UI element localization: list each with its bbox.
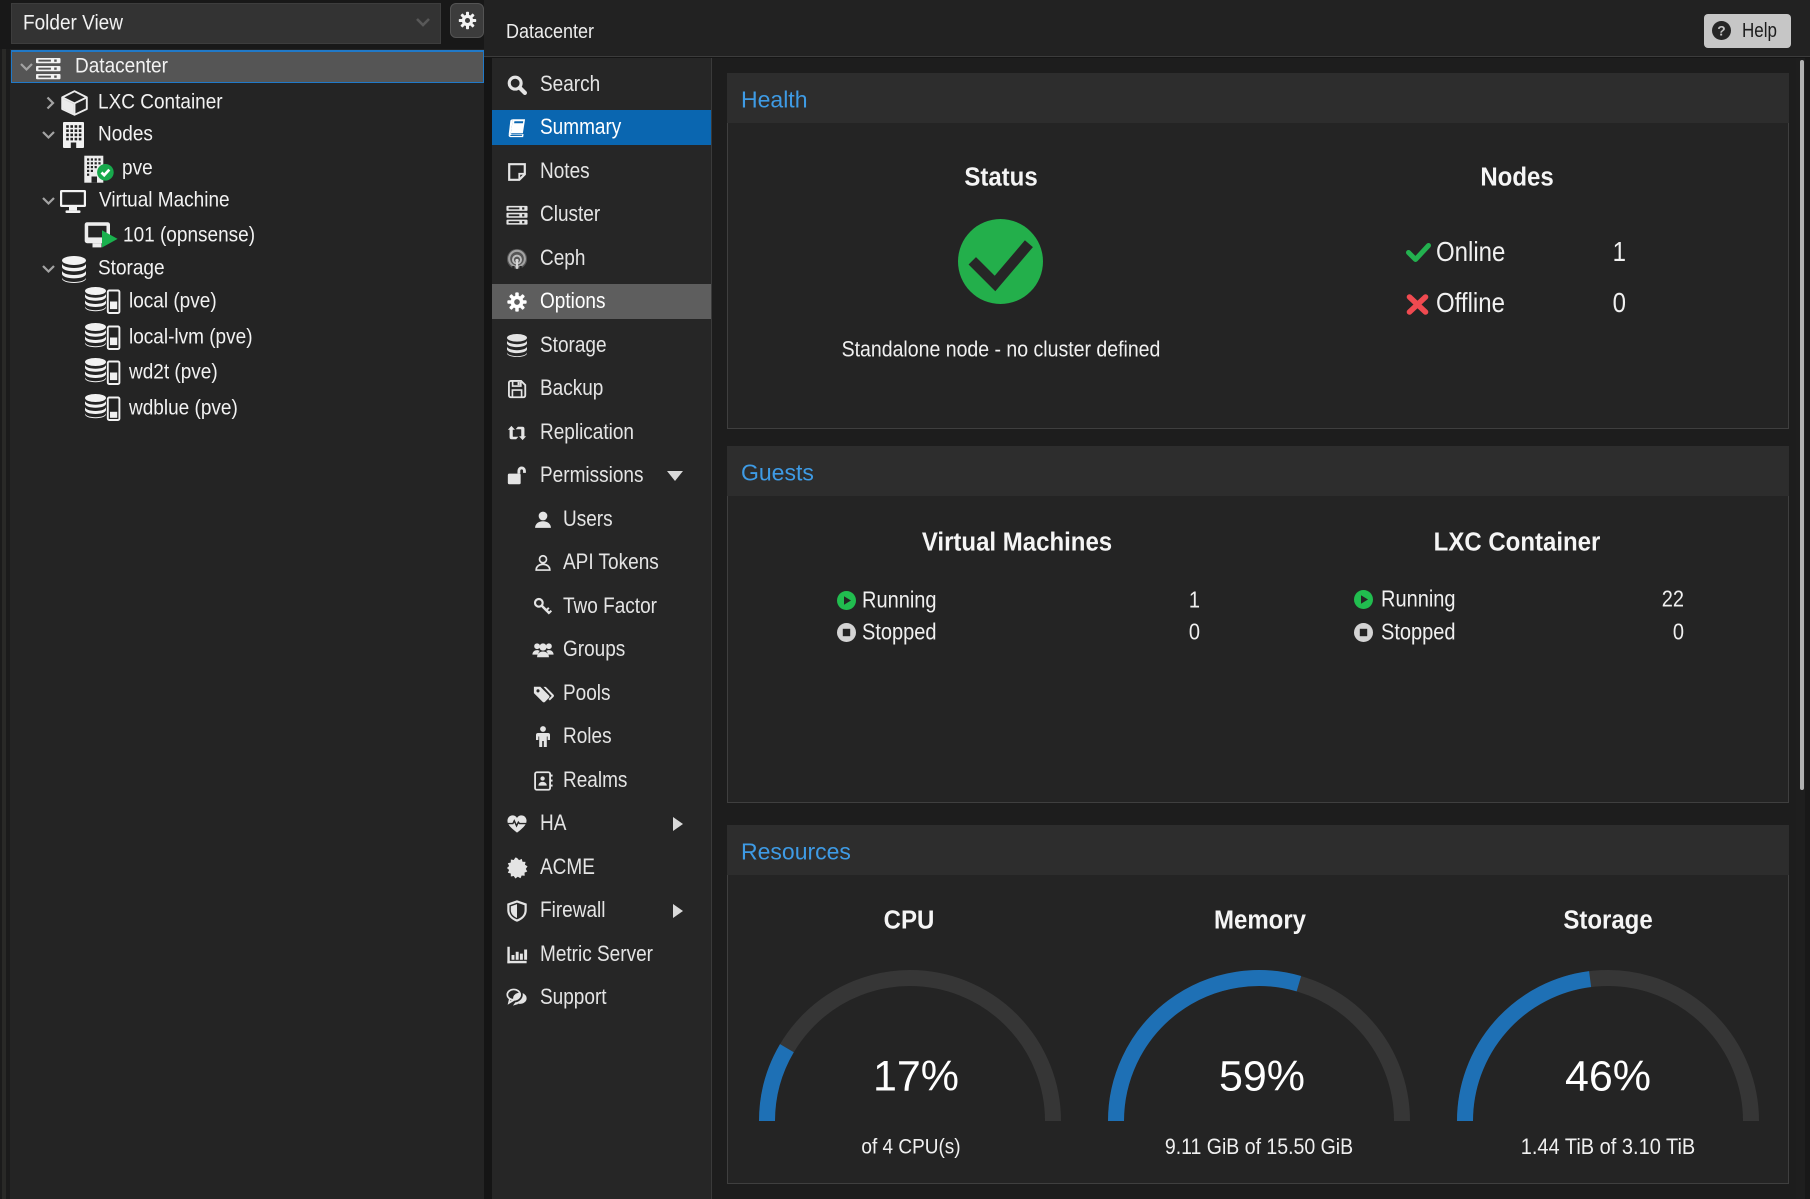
- svg-text:?: ?: [1717, 23, 1725, 38]
